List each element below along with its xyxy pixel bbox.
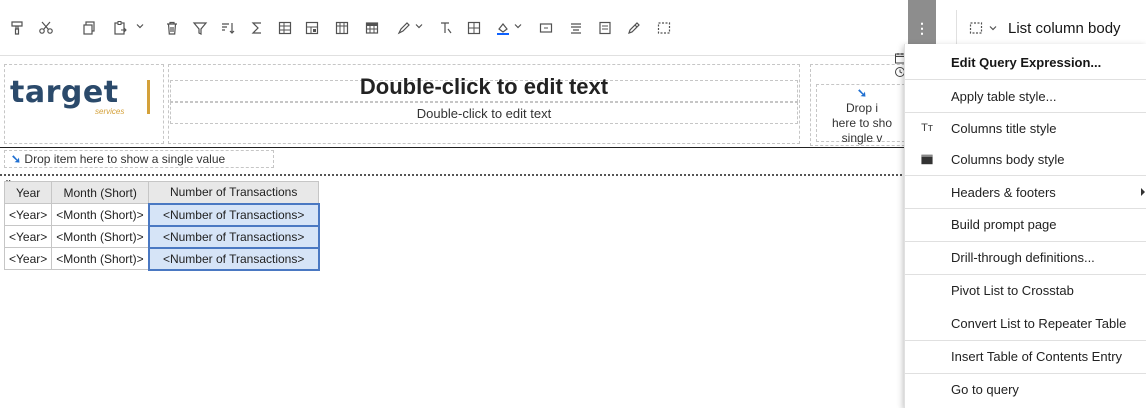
logo: target: [10, 75, 119, 110]
select-icon: [969, 22, 983, 34]
table-cell-selected[interactable]: <Number of Transactions>: [147, 224, 320, 249]
layout-icon[interactable]: [592, 14, 618, 42]
menu-item-label: Pivot List to Crosstab: [951, 282, 1074, 298]
submenu-arrow-icon: [1141, 188, 1145, 196]
divider: [0, 147, 910, 148]
insert-icon[interactable]: [533, 14, 559, 42]
select-icon[interactable]: [651, 14, 677, 42]
table-cell[interactable]: <Month (Short)>: [51, 203, 150, 226]
grid-icon[interactable]: [461, 14, 487, 42]
sort-icon[interactable]: [215, 14, 241, 42]
table-row: <Year> <Month (Short)> <Number of Transa…: [3, 224, 320, 249]
table-cell[interactable]: <Year>: [3, 203, 53, 226]
menu-item-label: Convert List to Repeater Table: [951, 315, 1127, 331]
menu-item-headers-footers[interactable]: Headers & footers: [905, 176, 1146, 208]
table-cell[interactable]: <Month (Short)>: [51, 247, 150, 270]
menu-item-drill-through-definitions[interactable]: Drill-through definitions...: [905, 241, 1146, 273]
chevron-down-icon[interactable]: [135, 21, 145, 31]
menu-item-label: Apply table style...: [951, 88, 1057, 104]
drop-zone-text: here to sho: [831, 116, 893, 130]
edit-icon[interactable]: [621, 14, 647, 42]
column-header[interactable]: Year: [3, 181, 53, 204]
menu-item-build-prompt-page[interactable]: Build prompt page: [905, 208, 1146, 240]
context-menu: Edit Query Expression... Apply table sty…: [904, 44, 1146, 408]
menu-item-label: Edit Query Expression...: [951, 54, 1102, 70]
drop-arrow-icon: ➘: [11, 152, 22, 166]
menu-item-columns-title-style[interactable]: Tт Columns title style: [905, 112, 1146, 144]
delete-icon[interactable]: [159, 14, 185, 42]
menu-item-convert-to-repeater-table[interactable]: Convert List to Repeater Table: [905, 307, 1146, 339]
table-cell[interactable]: <Year>: [3, 225, 53, 248]
menu-item-edit-query-expression[interactable]: Edit Query Expression...: [905, 46, 1146, 78]
logo-divider: [147, 80, 150, 114]
menu-item-label: Build prompt page: [951, 216, 1057, 232]
menu-item-label: Columns title style: [951, 120, 1057, 136]
body-style-icon: [919, 152, 935, 166]
summarize-icon[interactable]: [244, 14, 270, 42]
table-cell-selected[interactable]: <Number of Transactions>: [147, 246, 320, 271]
text-style-icon: Tт: [921, 122, 933, 134]
drop-arrow-icon: ➘: [856, 86, 868, 100]
logo-subtitle: services: [95, 107, 125, 116]
dotted-divider: [0, 174, 910, 176]
report-subtitle[interactable]: Double-click to edit text: [170, 106, 798, 121]
table-cell[interactable]: <Year>: [3, 247, 53, 270]
borders-icon[interactable]: [329, 14, 355, 42]
table-row: <Year> <Month (Short)> <Number of Transa…: [3, 246, 320, 271]
menu-item-label: Headers & footers: [951, 184, 1056, 200]
menu-item-columns-body-style[interactable]: Columns body style: [905, 143, 1146, 175]
chevron-down-icon[interactable]: [414, 21, 424, 31]
table-row: <Year> <Month (Short)> <Number of Transa…: [3, 202, 320, 227]
column-header[interactable]: Month (Short): [51, 181, 150, 204]
menu-item-pivot-list-to-crosstab[interactable]: Pivot List to Crosstab: [905, 274, 1146, 306]
drop-zone-text: single v: [841, 131, 883, 145]
drop-zone-text: Drop i: [845, 101, 878, 115]
chevron-down-icon: [989, 26, 997, 31]
scissors-icon[interactable]: [33, 14, 59, 42]
list-table[interactable]: Year Month (Short) Number of Transaction…: [3, 181, 320, 271]
toolbar-divider: [956, 10, 957, 46]
menu-item-apply-table-style[interactable]: Apply table style...: [905, 80, 1146, 112]
copy-icon[interactable]: [76, 14, 102, 42]
menu-item-label: Columns body style: [951, 151, 1065, 167]
menu-item-go-to-query[interactable]: Go to query: [905, 373, 1146, 405]
group-icon[interactable]: [272, 14, 298, 42]
filter-icon[interactable]: [187, 14, 213, 42]
table-icon[interactable]: [359, 14, 385, 42]
text-style-icon[interactable]: [433, 14, 459, 42]
column-header[interactable]: Number of Transactions: [148, 181, 320, 204]
chevron-down-icon[interactable]: [513, 21, 523, 31]
drop-single-text: Drop item here to show a single value: [24, 152, 226, 166]
drop-single-value-zone[interactable]: ➘ Drop item here to show a single value: [4, 150, 274, 168]
table-header-row: Year Month (Short) Number of Transaction…: [3, 181, 320, 204]
paintbrush-icon[interactable]: [4, 14, 30, 42]
align-icon[interactable]: [563, 14, 589, 42]
menu-item-label: Go to query: [951, 381, 1019, 397]
drop-zone-right: ➘ Drop i here to sho single v: [812, 86, 912, 146]
table-cell-selected[interactable]: <Number of Transactions>: [147, 202, 320, 227]
table-cell[interactable]: <Month (Short)>: [51, 225, 150, 248]
report-title[interactable]: Double-click to edit text: [170, 74, 798, 100]
context-label: List column body: [1008, 19, 1121, 37]
menu-item-label: Insert Table of Contents Entry: [951, 348, 1123, 364]
menu-item-label: Drill-through definitions...: [951, 249, 1095, 265]
paste-icon[interactable]: [107, 14, 133, 42]
menu-item-insert-toc-entry[interactable]: Insert Table of Contents Entry: [905, 340, 1146, 372]
section-icon[interactable]: [299, 14, 325, 42]
